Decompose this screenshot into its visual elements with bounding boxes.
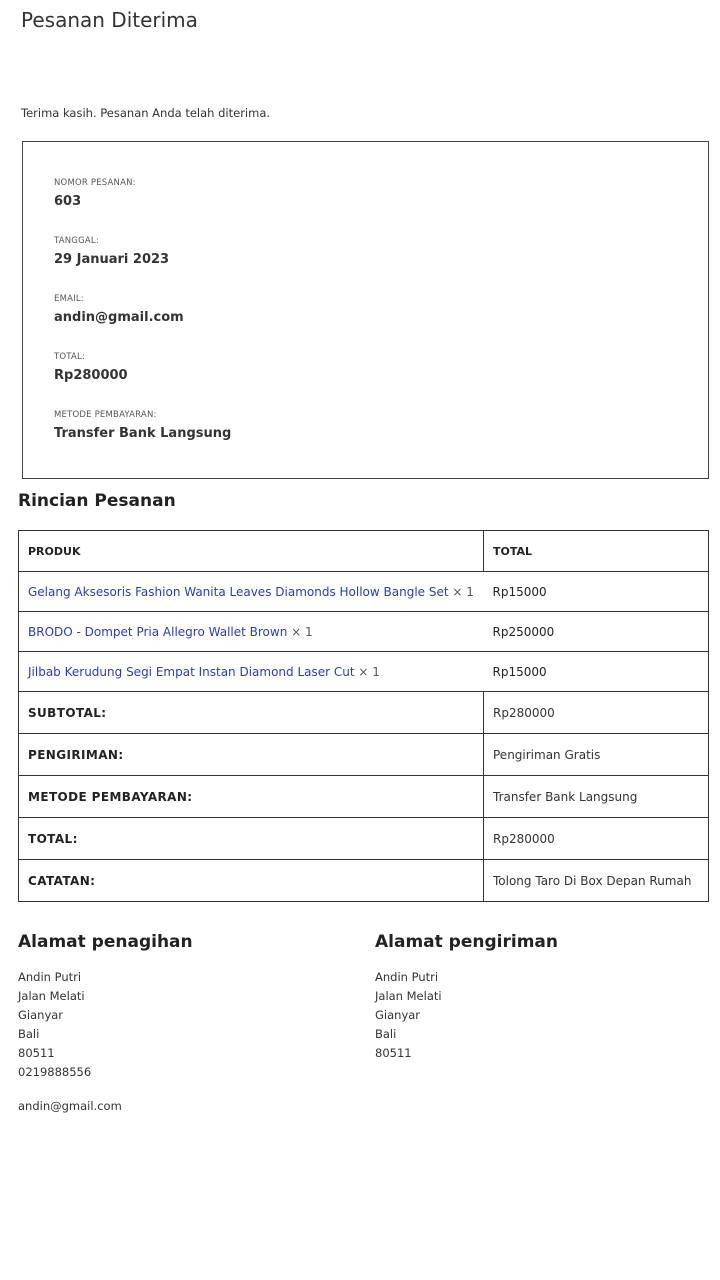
order-item-row: Gelang Aksesoris Fashion Wanita Leaves D… [18, 571, 709, 612]
payment-method-row: METODE PEMBAYARAN: Transfer Bank Langsun… [18, 775, 709, 818]
payment-method-item: METODE PEMBAYARAN: Transfer Bank Langsun… [54, 409, 708, 467]
order-email-label: EMAIL: [54, 294, 84, 304]
order-item-product: BRODO - Dompet Pria Allegro Wallet Brown… [18, 611, 484, 652]
shipping-city: Gianyar [375, 1008, 421, 1022]
product-column-header: PRODUK [18, 530, 484, 572]
shipping-row: PENGIRIMAN: Pengiriman Gratis [18, 733, 709, 776]
billing-postcode: 80511 [18, 1046, 55, 1060]
subtotal-row: SUBTOTAL: Rp280000 [18, 691, 709, 734]
product-quantity: × 1 [291, 624, 313, 639]
shipping-name: Andin Putri [375, 970, 439, 984]
order-item-total: Rp15000 [483, 651, 709, 692]
billing-address: Andin Putri Jalan Melati Gianyar Bali 80… [18, 968, 122, 1116]
order-number-label: NOMOR PESANAN: [54, 178, 136, 188]
billing-city: Gianyar [18, 1008, 64, 1022]
order-item-product: Gelang Aksesoris Fashion Wanita Leaves D… [18, 571, 484, 612]
payment-method-row-label: METODE PEMBAYARAN: [18, 775, 484, 818]
order-date-label: TANGGAL: [54, 236, 99, 246]
product-quantity: × 1 [452, 584, 474, 599]
shipping-postcode: 80511 [375, 1046, 412, 1060]
total-column-header: TOTAL [483, 530, 709, 572]
shipping-street: Jalan Melati [375, 989, 442, 1003]
order-number-value: 603 [54, 194, 82, 209]
shipping-label: PENGIRIMAN: [18, 733, 484, 776]
billing-name: Andin Putri [18, 970, 82, 984]
billing-province: Bali [18, 1027, 40, 1041]
order-item-total: Rp250000 [483, 611, 709, 652]
note-value: Tolong Taro Di Box Depan Rumah [483, 859, 709, 902]
note-row: CATATAN: Tolong Taro Di Box Depan Rumah [18, 859, 709, 902]
total-label: TOTAL: [18, 817, 484, 860]
order-item-total: Rp15000 [483, 571, 709, 612]
page-title: Pesanan Diterima [21, 8, 198, 32]
order-details-table: PRODUK TOTAL Gelang Aksesoris Fashion Wa… [18, 530, 709, 902]
order-email-item: EMAIL: andin@gmail.com [54, 293, 708, 351]
order-overview-box: NOMOR PESANAN: 603 TANGGAL: 29 Januari 2… [22, 141, 709, 479]
product-link[interactable]: Gelang Aksesoris Fashion Wanita Leaves D… [28, 585, 449, 599]
shipping-province: Bali [375, 1027, 397, 1041]
product-quantity: × 1 [358, 664, 380, 679]
shipping-address: Andin Putri Jalan Melati Gianyar Bali 80… [375, 968, 442, 1063]
order-number-item: NOMOR PESANAN: 603 [54, 177, 708, 235]
order-total-item: TOTAL: Rp280000 [54, 351, 708, 409]
order-item-row: Jilbab Kerudung Segi Empat Instan Diamon… [18, 651, 709, 692]
total-value: Rp280000 [483, 817, 709, 860]
payment-method-row-value: Transfer Bank Langsung [483, 775, 709, 818]
subtotal-value: Rp280000 [483, 691, 709, 734]
order-details-title: Rincian Pesanan [18, 491, 176, 511]
total-row: TOTAL: Rp280000 [18, 817, 709, 860]
shipping-address-title: Alamat pengiriman [375, 932, 558, 952]
billing-phone: 0219888556 [18, 1065, 92, 1079]
payment-method-value: Transfer Bank Langsung [54, 426, 232, 441]
order-total-label: TOTAL: [54, 352, 86, 362]
shipping-value: Pengiriman Gratis [483, 733, 709, 776]
note-label: CATATAN: [18, 859, 484, 902]
order-date-value: 29 Januari 2023 [54, 252, 170, 267]
payment-method-label: METODE PEMBAYARAN: [54, 410, 157, 420]
billing-email: andin@gmail.com [18, 1099, 122, 1113]
order-email-value: andin@gmail.com [54, 310, 184, 325]
product-link[interactable]: Jilbab Kerudung Segi Empat Instan Diamon… [28, 665, 355, 679]
order-total-value: Rp280000 [54, 368, 128, 383]
product-link[interactable]: BRODO - Dompet Pria Allegro Wallet Brown [28, 625, 287, 639]
order-item-product: Jilbab Kerudung Segi Empat Instan Diamon… [18, 651, 484, 692]
order-item-row: BRODO - Dompet Pria Allegro Wallet Brown… [18, 611, 709, 652]
billing-street: Jalan Melati [18, 989, 85, 1003]
thank-you-message: Terima kasih. Pesanan Anda telah diterim… [21, 106, 271, 120]
billing-address-title: Alamat penagihan [18, 932, 193, 952]
order-date-item: TANGGAL: 29 Januari 2023 [54, 235, 708, 293]
subtotal-label: SUBTOTAL: [18, 691, 484, 734]
